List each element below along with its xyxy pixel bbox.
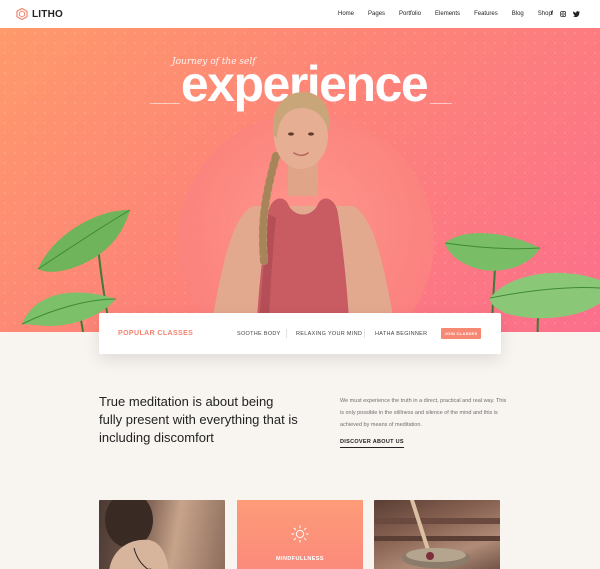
- hero-woman-image: [201, 92, 405, 332]
- nav-elements[interactable]: Elements: [435, 11, 460, 17]
- popular-classes-title: POPULAR CLASSES: [118, 330, 194, 337]
- nav-shop[interactable]: Shop: [538, 11, 552, 17]
- join-classes-button[interactable]: JOIN CLASSES: [441, 328, 481, 339]
- intro-quote: True meditation is about being fully pre…: [99, 394, 298, 445]
- logo[interactable]: LITHO: [16, 8, 63, 20]
- discover-about-us-link[interactable]: DISCOVER ABOUT US: [340, 439, 404, 448]
- class-link-hatha-beginner[interactable]: HATHA BEGINNER: [375, 331, 427, 337]
- card-1-image: [105, 500, 169, 569]
- twitter-icon[interactable]: [573, 11, 580, 17]
- site-header: LITHO Home Pages Portfolio Elements Feat…: [0, 0, 600, 28]
- card-2-label: MINDFULLNESS: [276, 556, 324, 562]
- class-card-1[interactable]: [99, 500, 225, 569]
- nav-home[interactable]: Home: [338, 11, 354, 17]
- logo-icon: [16, 8, 28, 20]
- class-card-mindfullness[interactable]: MINDFULLNESS: [237, 500, 363, 569]
- intro-description: We must experience the truth in a direct…: [340, 398, 507, 428]
- class-link-relaxing-your-mind[interactable]: RELAXING YOUR MIND: [296, 331, 362, 337]
- class-divider: [286, 329, 287, 338]
- hero-banner: experience Journey of the self: [0, 28, 600, 332]
- hero-tagline: Journey of the self: [172, 57, 256, 67]
- class-divider: [364, 329, 365, 338]
- class-card-3[interactable]: [374, 500, 500, 569]
- nav-blog[interactable]: Blog: [512, 11, 524, 17]
- card-3-image: [374, 500, 500, 568]
- brand-name: LITHO: [32, 8, 63, 20]
- nav-features[interactable]: Features: [474, 11, 498, 17]
- social-links: f: [551, 0, 580, 28]
- class-link-soothe-body[interactable]: SOOTHE BODY: [237, 331, 281, 337]
- sun-icon: [291, 525, 309, 543]
- nav-portfolio[interactable]: Portfolio: [399, 11, 421, 17]
- popular-classes-bar: POPULAR CLASSES SOOTHE BODY RELAXING YOU…: [99, 313, 501, 354]
- instagram-icon[interactable]: [560, 11, 566, 17]
- main-nav: Home Pages Portfolio Elements Features B…: [338, 0, 566, 28]
- facebook-icon[interactable]: f: [551, 11, 553, 17]
- nav-pages[interactable]: Pages: [368, 11, 385, 17]
